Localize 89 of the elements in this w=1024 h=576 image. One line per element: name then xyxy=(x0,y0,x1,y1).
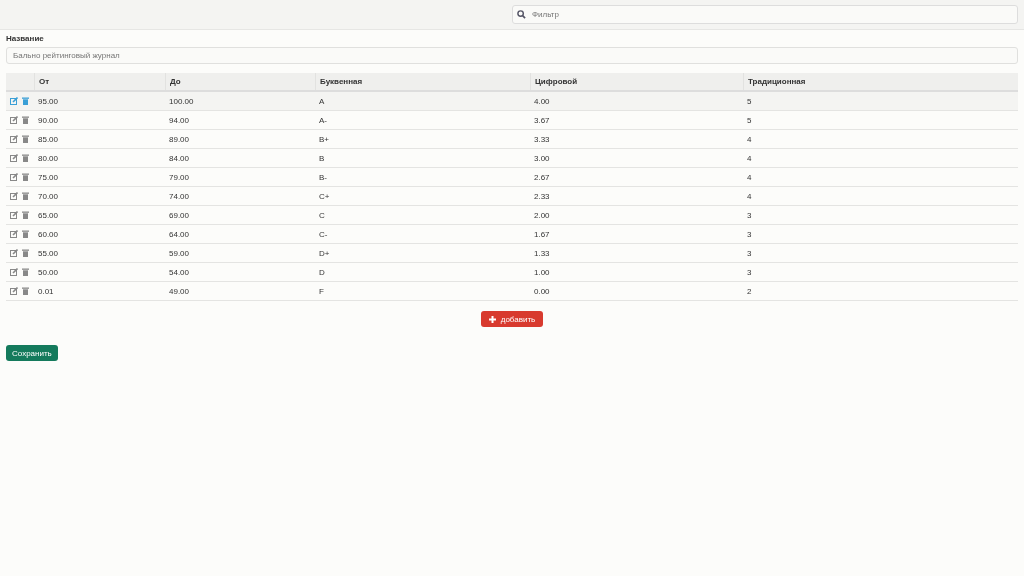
table-cell: 4 xyxy=(747,172,752,182)
edit-icon[interactable] xyxy=(10,192,18,200)
column-header: Буквенная xyxy=(315,73,530,90)
trash-icon[interactable] xyxy=(22,154,29,162)
table-cell: D xyxy=(319,267,325,277)
table-cell: 60.00 xyxy=(38,229,59,239)
table-cell: D+ xyxy=(319,248,330,258)
save-button[interactable]: Сохранить xyxy=(6,345,58,361)
table-cell: 3 xyxy=(747,248,752,258)
table-cell: 2.67 xyxy=(534,172,550,182)
table-cell: F xyxy=(319,286,324,296)
table-cell: 5 xyxy=(747,96,752,106)
table-cell: 70.00 xyxy=(38,191,59,201)
trash-icon[interactable] xyxy=(22,211,29,219)
table-cell: 3.33 xyxy=(534,134,550,144)
table-cell: 2.00 xyxy=(534,210,550,220)
table-cell: 1.67 xyxy=(534,229,550,239)
edit-icon[interactable] xyxy=(10,135,18,143)
table-cell: 1.00 xyxy=(534,267,550,277)
table-cell: 84.00 xyxy=(169,153,190,163)
trash-icon[interactable] xyxy=(22,192,29,200)
edit-icon[interactable] xyxy=(10,97,18,105)
plus-icon xyxy=(488,315,496,323)
table-cell: 4 xyxy=(747,153,752,163)
table-cell: 89.00 xyxy=(169,134,190,144)
edit-icon[interactable] xyxy=(10,173,18,181)
table-cell: 94.00 xyxy=(169,115,190,125)
table-cell: 54.00 xyxy=(169,267,190,277)
column-header: Традиционная xyxy=(743,73,1018,90)
table-cell: 3.00 xyxy=(534,153,550,163)
edit-icon[interactable] xyxy=(10,116,18,124)
table-cell: B+ xyxy=(319,134,329,144)
table-cell: 1.33 xyxy=(534,248,550,258)
trash-icon[interactable] xyxy=(22,173,29,181)
edit-icon[interactable] xyxy=(10,230,18,238)
trash-icon[interactable] xyxy=(22,249,29,257)
table-cell: 5 xyxy=(747,115,752,125)
table-cell: 95.00 xyxy=(38,96,59,106)
table-cell: 79.00 xyxy=(169,172,190,182)
trash-icon[interactable] xyxy=(22,135,29,143)
table-cell: A- xyxy=(319,115,327,125)
table-cell: C+ xyxy=(319,191,330,201)
edit-icon[interactable] xyxy=(10,211,18,219)
column-header: Цифровой xyxy=(530,73,743,90)
table-cell: 69.00 xyxy=(169,210,190,220)
edit-icon[interactable] xyxy=(10,268,18,276)
trash-icon[interactable] xyxy=(22,268,29,276)
table-cell: 3 xyxy=(747,210,752,220)
table-cell: 2 xyxy=(747,286,752,296)
table-cell: 80.00 xyxy=(38,153,59,163)
edit-icon[interactable] xyxy=(10,154,18,162)
trash-icon[interactable] xyxy=(22,97,29,105)
table-cell: B xyxy=(319,153,325,163)
table-cell: 0.01 xyxy=(38,286,54,296)
table-cell: 100.00 xyxy=(169,96,194,106)
column-header: От xyxy=(34,73,165,90)
table-cell: C- xyxy=(319,229,328,239)
table-cell: 59.00 xyxy=(169,248,190,258)
edit-icon[interactable] xyxy=(10,287,18,295)
table-cell: 3 xyxy=(747,229,752,239)
edit-icon[interactable] xyxy=(10,249,18,257)
field-label: Название xyxy=(6,33,45,45)
table-cell: 90.00 xyxy=(38,115,59,125)
filter-field[interactable]: Фильтр xyxy=(512,5,1018,24)
table-cell: 4 xyxy=(747,134,752,144)
table-cell: 74.00 xyxy=(169,191,190,201)
table-cell: 0.00 xyxy=(534,286,550,296)
add-button[interactable]: добавить xyxy=(480,311,544,327)
table-cell: 3.67 xyxy=(534,115,550,125)
table-cell: 2.33 xyxy=(534,191,550,201)
table-cell: 50.00 xyxy=(38,267,59,277)
table-cell: 4.00 xyxy=(534,96,550,106)
trash-icon[interactable] xyxy=(22,230,29,238)
table-cell: C xyxy=(319,210,325,220)
table-cell: 85.00 xyxy=(38,134,59,144)
column-header: До xyxy=(165,73,315,90)
table-row[interactable]: 95.00 100.00 A 4.00 5 xyxy=(6,92,1018,111)
table-cell: 55.00 xyxy=(38,248,59,258)
table-cell: 4 xyxy=(747,191,752,201)
trash-icon[interactable] xyxy=(22,287,29,295)
table-cell: 64.00 xyxy=(169,229,190,239)
table-cell: B- xyxy=(319,172,327,182)
table-cell: A xyxy=(319,96,325,106)
name-field[interactable]: Бально рейтинговый журнал xyxy=(6,47,1018,64)
table-cell: 75.00 xyxy=(38,172,59,182)
table-cell: 3 xyxy=(747,267,752,277)
table-cell: 49.00 xyxy=(169,286,190,296)
table-cell: 65.00 xyxy=(38,210,59,220)
trash-icon[interactable] xyxy=(22,116,29,124)
